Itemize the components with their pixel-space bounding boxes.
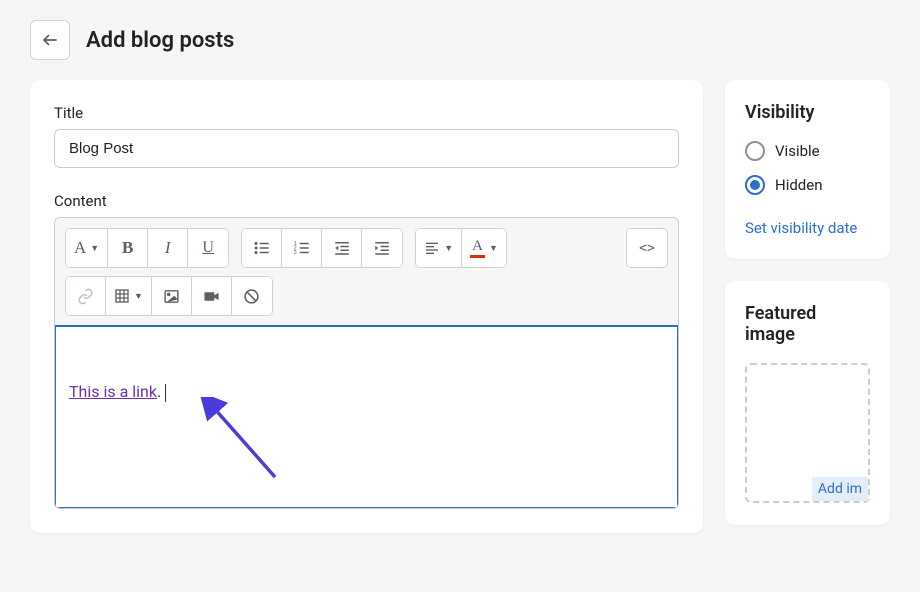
alignment-dropdown[interactable]: ▼ [416, 229, 462, 267]
page-header: Add blog posts [0, 0, 920, 80]
image-icon [163, 288, 180, 305]
title-label: Title [54, 104, 679, 122]
bold-button[interactable]: B [108, 229, 148, 267]
indent-icon [373, 239, 391, 257]
arrow-left-icon [41, 31, 59, 49]
clear-format-button[interactable] [232, 277, 272, 315]
outdent-icon [333, 239, 351, 257]
radio-icon [745, 175, 765, 195]
sidebar: Visibility Visible Hidden Set visibility… [725, 80, 890, 533]
align-left-icon [424, 240, 440, 256]
numbered-list-button[interactable]: 123 [282, 229, 322, 267]
underline-button[interactable]: U [188, 229, 228, 267]
html-view-button[interactable]: <> [627, 229, 667, 267]
link-button[interactable] [66, 277, 106, 315]
table-dropdown[interactable]: ▼ [106, 277, 152, 315]
image-button[interactable] [152, 277, 192, 315]
annotation-arrow-icon [195, 397, 295, 497]
visibility-heading: Visibility [745, 102, 870, 123]
visibility-card: Visibility Visible Hidden Set visibility… [725, 80, 890, 259]
featured-image-heading: Featured image [745, 303, 870, 345]
bullet-list-button[interactable] [242, 229, 282, 267]
rich-text-editor: A ▼ B I U 123 [54, 217, 679, 509]
chevron-down-icon: ▼ [90, 243, 99, 253]
numbered-list-icon: 123 [293, 239, 311, 257]
content-text: . [157, 382, 161, 401]
featured-image-dropzone[interactable]: Add im [745, 363, 870, 503]
radio-icon [745, 141, 765, 161]
indent-button[interactable] [362, 229, 402, 267]
text-color-dropdown[interactable]: A ▼ [462, 229, 506, 267]
text-cursor [165, 384, 166, 402]
italic-button[interactable]: I [148, 229, 188, 267]
paragraph-style-dropdown[interactable]: A ▼ [66, 229, 108, 267]
visibility-option-hidden[interactable]: Hidden [745, 175, 870, 195]
editor-textarea[interactable]: This is a link. [55, 326, 678, 508]
chevron-down-icon: ▼ [134, 291, 143, 301]
title-input[interactable] [54, 129, 679, 168]
clear-icon [243, 288, 260, 305]
back-button[interactable] [30, 20, 70, 60]
radio-label: Hidden [775, 176, 823, 194]
featured-image-card: Featured image Add im [725, 281, 890, 525]
radio-label: Visible [775, 142, 820, 160]
chevron-down-icon: ▼ [489, 243, 498, 253]
svg-text:3: 3 [293, 250, 296, 256]
content-link[interactable]: This is a link [69, 382, 157, 401]
chevron-down-icon: ▼ [444, 243, 453, 253]
video-icon [203, 288, 220, 305]
visibility-option-visible[interactable]: Visible [745, 141, 870, 161]
video-button[interactable] [192, 277, 232, 315]
link-icon [77, 288, 94, 305]
table-icon [114, 288, 130, 304]
bullet-list-icon [253, 239, 271, 257]
outdent-button[interactable] [322, 229, 362, 267]
main-editor-card: Title Content A ▼ B I U [30, 80, 703, 533]
editor-toolbar: A ▼ B I U 123 [55, 218, 678, 326]
page-title: Add blog posts [86, 28, 234, 53]
set-visibility-date-link[interactable]: Set visibility date [745, 219, 857, 237]
content-label: Content [54, 192, 679, 210]
add-image-button[interactable]: Add im [812, 477, 868, 501]
